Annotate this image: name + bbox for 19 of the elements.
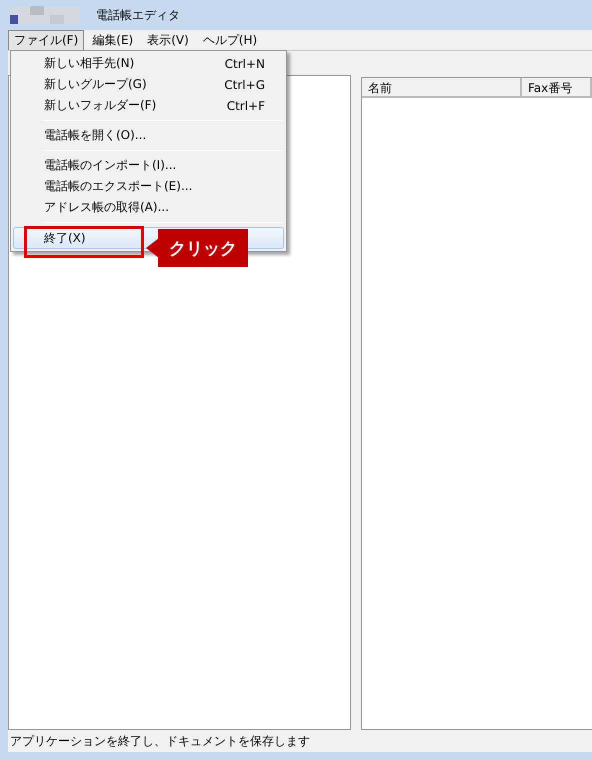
menu-option[interactable]: 新しいフォルダー(F) Ctrl+F [13,95,284,116]
menu-option[interactable]: 電話帳のエクスポート(E)... [13,176,284,197]
shortcut-label: Ctrl+G [224,78,265,92]
menu-item[interactable]: ファイル(F) [8,30,84,50]
menu-item[interactable]: ヘルプ(H) [196,30,264,50]
window-title: 電話帳エディタ [96,6,180,24]
column-header[interactable]: 名前 [362,78,522,98]
menu-option[interactable]: 電話帳のインポート(I)... [13,155,284,176]
menu-item[interactable]: 編集(E) [86,30,140,50]
shortcut-label: Ctrl+N [224,56,265,70]
column-header[interactable]: Fax番号 [522,78,592,98]
menu-option[interactable]: 電話帳を開く(O)... [13,125,284,146]
menu-item[interactable]: 表示(V) [141,30,195,50]
menu-option[interactable]: 新しい相手先(N) Ctrl+N [13,53,284,74]
shortcut-label: Ctrl+F [226,98,265,112]
menu-option[interactable]: アドレス帳の取得(A)... [13,197,284,218]
app-icon [10,6,80,24]
menu-option[interactable]: 新しいグループ(G) Ctrl+G [13,74,284,95]
status-text: アプリケーションを終了し、ドキュメントを保存します [8,730,592,752]
